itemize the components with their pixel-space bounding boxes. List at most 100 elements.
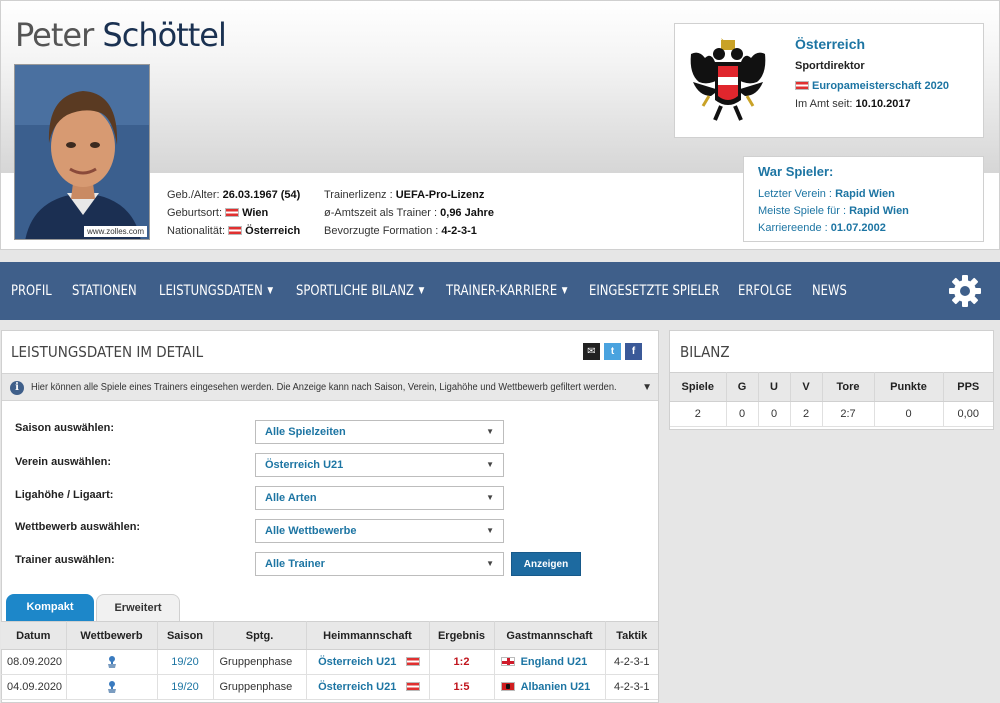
austria-flag-icon — [228, 226, 243, 235]
fact-nationality: Nationalität: Österreich — [167, 225, 301, 237]
most-games-row: Meiste Spiele für : Rapid Wien — [758, 205, 909, 217]
bilanz-panel: Bilanz Spiele G U V Tore Punkte PPS 2 0 … — [669, 330, 994, 430]
col-gastmannschaft[interactable]: Gastmannschaft — [494, 621, 606, 650]
match-date: 04.09.2020 — [1, 674, 67, 700]
austrian-eagle-crest-icon[interactable] — [685, 34, 771, 128]
chevron-down-icon: ▼ — [486, 427, 494, 436]
home-team-link[interactable]: Österreich U21 — [306, 674, 430, 700]
career-end-row: Karriereende : 01.07.2002 — [758, 222, 886, 234]
panel-title: Leistungsdaten im Detail — [11, 343, 204, 361]
bilanz-pps: 0,00 — [943, 401, 993, 427]
result-link[interactable]: 1:5 — [429, 674, 495, 700]
austria-flag-icon — [225, 208, 240, 217]
former-player-box: War Spieler: Letzter Verein : Rapid Wien… — [743, 156, 984, 242]
filter-label-trainer: Trainer auswählen: — [15, 554, 115, 566]
last-name: Schöttel — [102, 16, 226, 54]
bilanz-header-row: Spiele G U V Tore Punkte PPS — [670, 372, 993, 402]
bilanz-title: Bilanz — [680, 343, 730, 361]
col-taktik[interactable]: Taktik — [605, 621, 658, 650]
facts-left: Geb./Alter: 26.03.1967 (54) Geburtsort: … — [167, 186, 300, 240]
albania-flag-icon — [500, 682, 515, 691]
info-icon: i — [10, 381, 24, 395]
collapse-toggle-icon[interactable]: ▼ — [642, 374, 652, 401]
last-club-link[interactable]: Rapid Wien — [835, 188, 895, 200]
chevron-down-icon: ▼ — [486, 460, 494, 469]
competition-cell — [66, 649, 158, 675]
result-link[interactable]: 1:2 — [429, 649, 495, 675]
austria-flag-icon — [405, 682, 420, 691]
table-row: 08.09.2020 19/20 Gruppenphase Österreich… — [1, 649, 658, 675]
nav-leistungsdaten[interactable]: Leistungsdaten ▼ — [159, 262, 273, 320]
page-title: Peter Schöttel — [15, 15, 227, 55]
home-team-link[interactable]: Österreich U21 — [306, 649, 430, 675]
away-team-link[interactable]: England U21 — [494, 649, 606, 675]
nav-eingesetzte-spieler[interactable]: Eingesetzte Spieler — [589, 262, 719, 320]
info-text: Hier können alle Spiele eines Trainers e… — [31, 382, 617, 393]
show-button[interactable]: Anzeigen — [511, 552, 581, 576]
bilanz-points: 0 — [874, 401, 944, 427]
u21-trophy-icon[interactable] — [106, 655, 118, 669]
caret-down-icon: ▼ — [267, 286, 274, 296]
most-games-link[interactable]: Rapid Wien — [849, 205, 909, 217]
season-select[interactable]: Alle Spielzeiten ▼ — [255, 420, 504, 444]
nav-erfolge[interactable]: Erfolge — [738, 262, 792, 320]
competition-link[interactable]: Europameisterschaft 2020 — [795, 80, 949, 92]
competition-select[interactable]: Alle Wettbewerbe ▼ — [255, 519, 504, 543]
season-link[interactable]: 19/20 — [157, 649, 214, 675]
trainer-select[interactable]: Alle Trainer ▼ — [255, 552, 504, 576]
table-row: 04.09.2020 19/20 Gruppenphase Österreich… — [1, 674, 658, 700]
facts-right: Trainerlizenz : UEFA-Pro-Lizenz ø-Amtsze… — [324, 186, 494, 240]
col-sptg[interactable]: Sptg. — [213, 621, 307, 650]
caret-down-icon: ▼ — [561, 286, 568, 296]
col-wettbewerb[interactable]: Wettbewerb — [66, 621, 158, 650]
nav-sportliche-bilanz[interactable]: Sportliche Bilanz ▼ — [296, 262, 424, 320]
nav-profil[interactable]: Profil — [11, 262, 52, 320]
bilanz-games: 2 — [670, 401, 727, 427]
club-select[interactable]: Österreich U21 ▼ — [255, 453, 504, 477]
portrait-image — [15, 65, 149, 239]
bilanz-col-tore: Tore — [822, 372, 875, 402]
season-link[interactable]: 19/20 — [157, 674, 214, 700]
chevron-down-icon: ▼ — [486, 559, 494, 568]
bilanz-col-g: G — [726, 372, 759, 402]
former-player-title: War Spieler: — [758, 164, 834, 179]
bilanz-goals: 2:7 — [822, 401, 875, 427]
current-club-box: Österreich Sportdirektor Europameistersc… — [674, 23, 984, 138]
chevron-down-icon: ▼ — [486, 526, 494, 535]
filter-label-league: Ligahöhe / Ligaart: — [15, 489, 114, 501]
matchday: Gruppenphase — [213, 649, 307, 675]
last-club-row: Letzter Verein : Rapid Wien — [758, 188, 895, 200]
fact-birth: Geb./Alter: 26.03.1967 (54) — [167, 189, 301, 201]
gear-icon[interactable] — [948, 274, 982, 308]
bilanz-col-pps: PPS — [943, 372, 993, 402]
tactic: 4-2-3-1 — [605, 649, 658, 675]
in-office-since: Im Amt seit: 10.10.2017 — [795, 98, 911, 110]
league-select[interactable]: Alle Arten ▼ — [255, 486, 504, 510]
profile-photo: www.zolles.com — [14, 64, 150, 240]
bilanz-col-punkte: Punkte — [874, 372, 944, 402]
nav-trainer-karriere[interactable]: Trainer-Karriere ▼ — [446, 262, 567, 320]
tab-kompakt[interactable]: Kompakt — [6, 594, 94, 621]
main-navigation: Profil Stationen Leistungsdaten ▼ Sportli… — [0, 262, 1000, 320]
table-header-row: Datum Wettbewerb Saison Sptg. Heimmannsc… — [1, 621, 658, 650]
away-team-link[interactable]: Albanien U21 — [494, 674, 606, 700]
twitter-icon[interactable]: t — [604, 343, 621, 360]
email-icon[interactable]: ✉ — [583, 343, 600, 360]
nav-news[interactable]: News — [812, 262, 847, 320]
club-name-link[interactable]: Österreich — [795, 36, 865, 52]
austria-flag-icon — [405, 657, 420, 666]
col-ergebnis[interactable]: Ergebnis — [429, 621, 495, 650]
bilanz-col-u: U — [758, 372, 791, 402]
col-datum[interactable]: Datum — [1, 621, 67, 650]
u21-trophy-icon[interactable] — [106, 680, 118, 694]
filter-label-season: Saison auswählen: — [15, 422, 115, 434]
nav-stationen[interactable]: Stationen — [72, 262, 137, 320]
tab-erweitert[interactable]: Erweitert — [96, 594, 180, 621]
england-flag-icon — [500, 657, 515, 666]
results-table: Datum Wettbewerb Saison Sptg. Heimmannsc… — [1, 621, 658, 700]
caret-down-icon: ▼ — [418, 286, 425, 296]
col-saison[interactable]: Saison — [157, 621, 214, 650]
bilanz-col-spiele: Spiele — [670, 372, 727, 402]
facebook-icon[interactable]: f — [625, 343, 642, 360]
col-heimmannschaft[interactable]: Heimmannschaft — [306, 621, 430, 650]
